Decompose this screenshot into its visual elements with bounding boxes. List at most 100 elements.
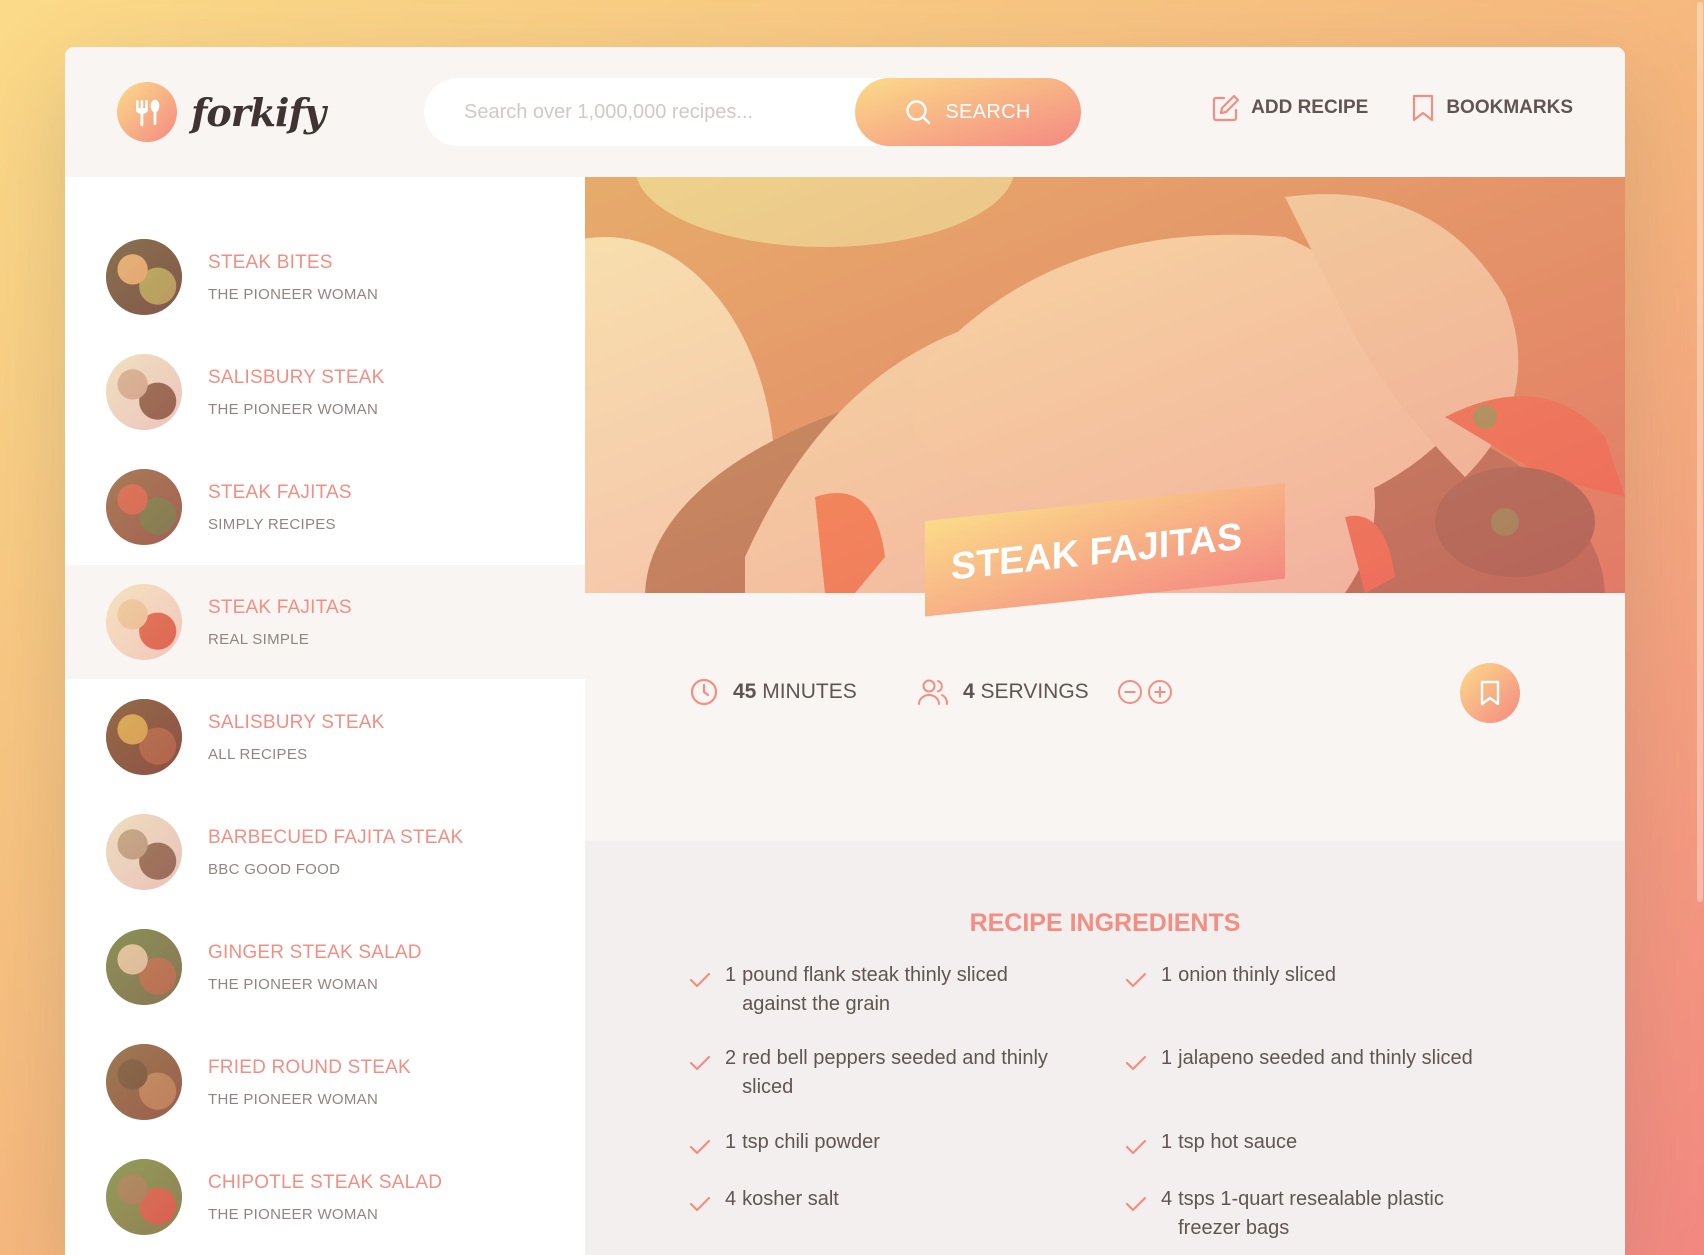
check-icon bbox=[689, 1185, 725, 1221]
check-icon bbox=[1125, 1185, 1161, 1243]
ingredient-description: kosher salt bbox=[742, 1188, 839, 1210]
logo[interactable]: forkify bbox=[117, 82, 326, 142]
ingredient-quantity: 1 bbox=[1161, 964, 1173, 986]
result-thumbnail bbox=[106, 1159, 182, 1235]
ingredient-quantity: 2 bbox=[725, 1047, 737, 1069]
result-publisher: REAL SIMPLE bbox=[208, 630, 310, 648]
ingredient-item: 1 pound flank steak thinly sliced against… bbox=[689, 961, 1059, 1019]
result-title: GINGER STEAK SALAD bbox=[208, 941, 422, 963]
servings-value: 4 bbox=[963, 680, 975, 703]
ingredient-quantity: 4 bbox=[725, 1188, 737, 1210]
decrease-servings-button[interactable] bbox=[1117, 679, 1143, 705]
app-container: forkify SEARCH ADD RECIPE bbox=[65, 47, 1625, 1255]
check-icon bbox=[1125, 961, 1161, 997]
ingredient-quantity: 1 bbox=[1161, 1047, 1173, 1069]
ingredient-item: 1 onion thinly sliced bbox=[1125, 961, 1495, 997]
result-publisher: BBC GOOD FOOD bbox=[208, 860, 341, 878]
result-item[interactable]: FRIED ROUND STEAK THE PIONEER WOMAN bbox=[65, 1025, 585, 1139]
add-recipe-button[interactable]: ADD RECIPE bbox=[1211, 93, 1368, 123]
result-text: STEAK FAJITAS SIMPLY RECIPES bbox=[208, 482, 352, 533]
recipe-details: 45 MINUTES 4 SERVINGS bbox=[585, 657, 1625, 727]
search-button-label: SEARCH bbox=[945, 100, 1031, 123]
ingredient-item: 1 tsp hot sauce bbox=[1125, 1128, 1495, 1164]
servings-controls bbox=[1117, 679, 1173, 705]
result-thumbnail bbox=[106, 584, 182, 660]
result-text: STEAK BITES THE PIONEER WOMAN bbox=[208, 252, 378, 303]
result-text: FRIED ROUND STEAK THE PIONEER WOMAN bbox=[208, 1057, 411, 1108]
fork-spoon-icon bbox=[117, 82, 177, 142]
bookmark-icon bbox=[1413, 94, 1434, 122]
check-icon bbox=[1125, 1044, 1161, 1080]
bookmark-recipe-button[interactable] bbox=[1460, 663, 1520, 723]
result-title: BARBECUED FAJITA STEAK bbox=[208, 826, 464, 848]
recipe-view: STEAK FAJITAS 45 MINUTES 4 SERVINGS RECI… bbox=[585, 177, 1625, 1255]
check-icon bbox=[1125, 1128, 1161, 1164]
search-form: SEARCH bbox=[424, 78, 1081, 146]
ingredient-quantity: 1 bbox=[725, 1131, 737, 1153]
bookmarks-label: BOOKMARKS bbox=[1446, 97, 1573, 118]
clock-icon bbox=[690, 678, 718, 706]
result-text: BARBECUED FAJITA STEAK BBC GOOD FOOD bbox=[208, 827, 463, 878]
scrollbar-thumb[interactable] bbox=[1697, 2, 1703, 902]
servings-unit: SERVINGS bbox=[980, 680, 1089, 703]
result-item[interactable]: GINGER STEAK SALAD THE PIONEER WOMAN bbox=[65, 910, 585, 1024]
ingredient-item: 4 tsps 1-quart resealable plastic freezer… bbox=[1125, 1185, 1495, 1243]
result-item[interactable]: STEAK BITES THE PIONEER WOMAN bbox=[65, 220, 585, 334]
result-publisher: THE PIONEER WOMAN bbox=[208, 1090, 379, 1108]
ingredient-description: pound flank steak thinly sliced against … bbox=[742, 964, 1008, 1015]
result-publisher: THE PIONEER WOMAN bbox=[208, 285, 379, 303]
logo-text: forkify bbox=[191, 89, 326, 135]
result-thumbnail bbox=[106, 1044, 182, 1120]
check-icon bbox=[689, 1128, 725, 1164]
increase-servings-button[interactable] bbox=[1147, 679, 1173, 705]
result-item[interactable]: BARBECUED FAJITA STEAK BBC GOOD FOOD bbox=[65, 795, 585, 909]
search-button[interactable]: SEARCH bbox=[855, 78, 1081, 146]
ingredient-description: onion thinly sliced bbox=[1178, 964, 1336, 986]
result-thumbnail bbox=[106, 929, 182, 1005]
cooking-time: 45 MINUTES bbox=[689, 677, 857, 707]
result-text: GINGER STEAK SALAD THE PIONEER WOMAN bbox=[208, 942, 422, 993]
result-item[interactable]: STEAK FAJITAS SIMPLY RECIPES bbox=[65, 450, 585, 564]
result-text: STEAK FAJITAS REAL SIMPLE bbox=[208, 597, 352, 648]
ingredient-item: 2 red bell peppers seeded and thinly slic… bbox=[689, 1044, 1059, 1102]
result-thumbnail bbox=[106, 814, 182, 890]
recipe-ingredients: RECIPE INGREDIENTS 1 pound flank steak th… bbox=[585, 841, 1625, 1255]
result-item[interactable]: CHIPOTLE STEAK SALAD THE PIONEER WOMAN bbox=[65, 1140, 585, 1254]
result-publisher: THE PIONEER WOMAN bbox=[208, 975, 379, 993]
result-title: FRIED ROUND STEAK bbox=[208, 1056, 411, 1078]
users-icon bbox=[918, 679, 949, 705]
cooking-time-unit: MINUTES bbox=[762, 680, 857, 703]
ingredient-description: tsps 1-quart resealable plastic freezer … bbox=[1178, 1188, 1444, 1239]
result-item[interactable]: SALISBURY STEAK ALL RECIPES bbox=[65, 680, 585, 794]
result-text: SALISBURY STEAK ALL RECIPES bbox=[208, 712, 385, 763]
servings: 4 SERVINGS bbox=[917, 677, 1173, 707]
plus-circle-icon bbox=[1147, 680, 1172, 704]
main-nav: ADD RECIPE BOOKMARKS bbox=[1211, 93, 1573, 123]
result-title: SALISBURY STEAK bbox=[208, 366, 385, 388]
search-icon bbox=[906, 100, 931, 125]
ingredient-description: jalapeno seeded and thinly sliced bbox=[1178, 1047, 1473, 1069]
search-input[interactable] bbox=[424, 78, 855, 146]
result-thumbnail bbox=[106, 469, 182, 545]
ingredient-description: tsp chili powder bbox=[742, 1131, 880, 1153]
minus-circle-icon bbox=[1117, 680, 1142, 704]
cooking-time-value: 45 bbox=[733, 680, 757, 703]
add-recipe-label: ADD RECIPE bbox=[1251, 97, 1369, 118]
ingredient-item: 4 kosher salt bbox=[689, 1185, 1059, 1221]
result-item[interactable]: STEAK FAJITAS REAL SIMPLE bbox=[65, 565, 585, 679]
bookmarks-button[interactable]: BOOKMARKS bbox=[1410, 93, 1573, 123]
header: forkify SEARCH ADD RECIPE bbox=[65, 47, 1625, 177]
result-title: STEAK FAJITAS bbox=[208, 481, 352, 503]
check-icon bbox=[689, 961, 725, 1019]
result-title: STEAK FAJITAS bbox=[208, 596, 352, 618]
ingredient-quantity: 1 bbox=[725, 964, 737, 986]
result-text: CHIPOTLE STEAK SALAD THE PIONEER WOMAN bbox=[208, 1172, 442, 1223]
result-publisher: ALL RECIPES bbox=[208, 745, 308, 763]
ingredient-quantity: 4 bbox=[1161, 1188, 1173, 1210]
ingredients-heading: RECIPE INGREDIENTS bbox=[969, 909, 1241, 937]
result-thumbnail bbox=[106, 699, 182, 775]
check-icon bbox=[689, 1044, 725, 1102]
ingredient-item: 1 jalapeno seeded and thinly sliced bbox=[1125, 1044, 1495, 1080]
page-scrollbar[interactable] bbox=[1694, 0, 1704, 1255]
result-item[interactable]: SALISBURY STEAK THE PIONEER WOMAN bbox=[65, 335, 585, 449]
